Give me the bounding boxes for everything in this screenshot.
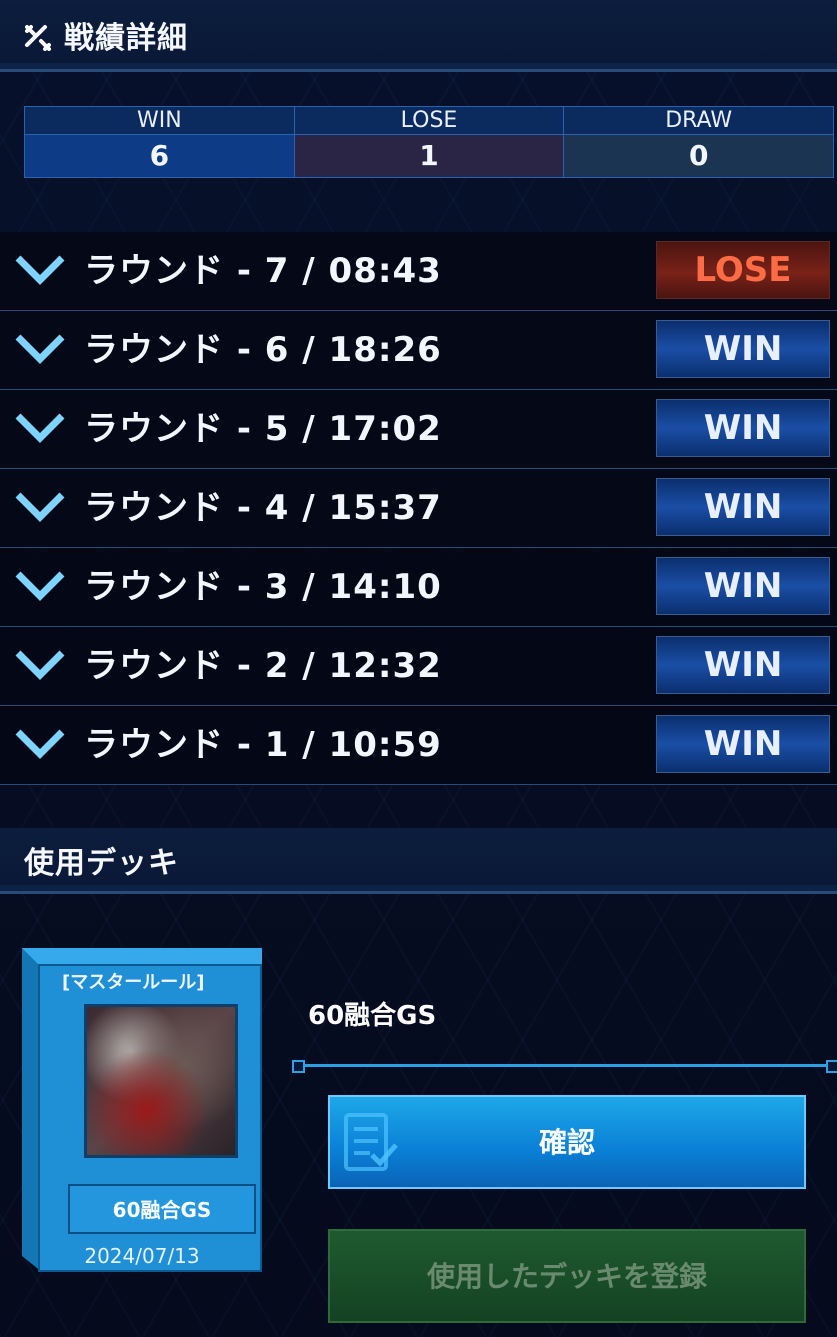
divider (292, 1060, 837, 1073)
deck-box[interactable]: [マスタールール] 60融合GS (22, 948, 262, 1272)
win-label: WIN (25, 107, 294, 135)
round-label: ラウンド - 3 / 14:10 (84, 567, 442, 607)
deck-box-name: 60融合GS (112, 1198, 212, 1222)
section-title: 使用デッキ (24, 845, 179, 881)
chevron-down-icon[interactable] (14, 726, 66, 762)
round-row[interactable]: ラウンド - 5 / 17:02 WIN (0, 390, 837, 469)
round-label: ラウンド - 5 / 17:02 (84, 409, 442, 449)
deck-date: 2024/07/13 (84, 1244, 200, 1268)
confirm-button[interactable]: 確認 (328, 1095, 806, 1189)
used-deck-header: 使用デッキ (0, 828, 837, 894)
round-result-badge: WIN (656, 715, 830, 773)
round-row[interactable]: ラウンド - 7 / 08:43 LOSE (0, 232, 837, 311)
round-row[interactable]: ラウンド - 6 / 18:26 WIN (0, 311, 837, 390)
score-table: WIN 6 LOSE 1 DRAW 0 (24, 106, 834, 178)
win-column: WIN 6 (25, 107, 295, 177)
confirm-label: 確認 (538, 1126, 595, 1159)
lose-label: LOSE (294, 107, 564, 135)
chevron-down-icon[interactable] (14, 331, 66, 367)
round-result-badge: WIN (656, 557, 830, 615)
win-count: 6 (25, 135, 294, 177)
round-result-badge: WIN (656, 399, 830, 457)
lose-column: LOSE 1 (294, 107, 565, 177)
round-row[interactable]: ラウンド - 2 / 12:32 WIN (0, 627, 837, 706)
round-row[interactable]: ラウンド - 4 / 15:37 WIN (0, 469, 837, 548)
round-result-badge: WIN (656, 636, 830, 694)
battle-record-header: 戦績詳細 (0, 0, 837, 72)
round-label: ラウンド - 4 / 15:37 (84, 488, 442, 528)
chevron-down-icon[interactable] (14, 410, 66, 446)
deck-cover-image (84, 1004, 238, 1158)
deck-title: 60融合GS (308, 1001, 437, 1031)
register-deck-button[interactable]: 使用したデッキを登録 (328, 1229, 806, 1323)
page-title: 戦績詳細 (64, 20, 188, 56)
round-label: ラウンド - 2 / 12:32 (84, 646, 442, 686)
round-label: ラウンド - 7 / 08:43 (84, 251, 442, 291)
round-label: ラウンド - 1 / 10:59 (84, 725, 442, 765)
deck-rule-label: [マスタールール] (62, 972, 205, 993)
draw-count: 0 (564, 135, 834, 177)
chevron-down-icon[interactable] (14, 647, 66, 683)
round-list: ラウンド - 7 / 08:43 LOSE ラウンド - 6 / 18:26 W… (0, 232, 837, 785)
round-label: ラウンド - 6 / 18:26 (84, 330, 442, 370)
chevron-down-icon[interactable] (14, 489, 66, 525)
round-result-badge: WIN (656, 320, 830, 378)
chevron-down-icon[interactable] (14, 568, 66, 604)
lose-count: 1 (294, 135, 564, 177)
crossed-swords-icon (25, 25, 51, 51)
round-row[interactable]: ラウンド - 1 / 10:59 WIN (0, 706, 837, 785)
round-result-badge: WIN (656, 478, 830, 536)
register-label: 使用したデッキを登録 (426, 1260, 707, 1293)
chevron-down-icon[interactable] (14, 252, 66, 288)
draw-column: DRAW 0 (564, 107, 834, 177)
draw-label: DRAW (564, 107, 834, 135)
round-row[interactable]: ラウンド - 3 / 14:10 WIN (0, 548, 837, 627)
round-result-badge: LOSE (656, 241, 830, 299)
